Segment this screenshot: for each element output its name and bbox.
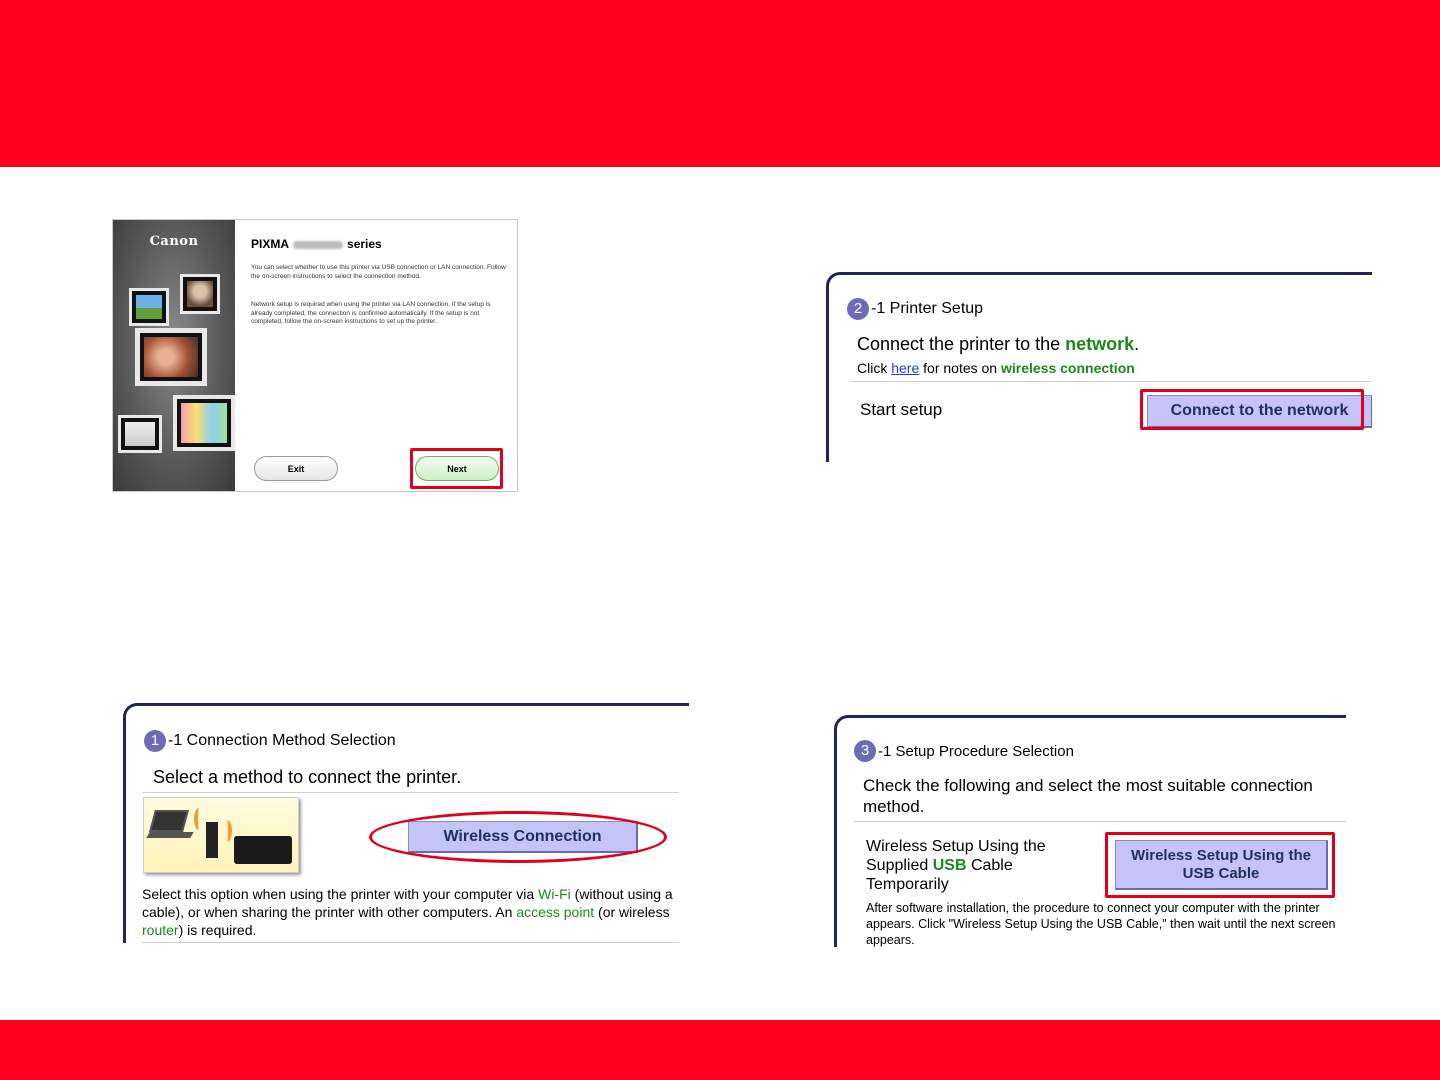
setup-procedure-note: After software installation, the procedu…	[866, 901, 1336, 947]
photo-frame-silhouette	[118, 415, 162, 453]
printer-setup-panel: 2 -1 Printer Setup Connect the printer t…	[826, 272, 1372, 462]
canon-logo: Canon	[149, 234, 199, 249]
installer-title-prefix: PIXMA	[251, 237, 290, 251]
option-line-3: Temporarily	[866, 876, 949, 893]
connection-method-heading: Select a method to connect the printer.	[153, 767, 462, 787]
divider-bottom	[142, 942, 679, 943]
photo-frame-landscape	[129, 288, 169, 326]
wireless-highlight-ellipse	[369, 811, 667, 863]
desc-part-1: Select this option when using the printe…	[142, 886, 539, 902]
usb-option-label: Wireless Setup Using the Supplied USB Ca…	[866, 837, 1076, 894]
printer-setup-note: Click here for notes on wireless connect…	[857, 359, 1135, 377]
wifi-keyword: Wi-Fi	[538, 886, 571, 902]
router-keyword: router	[142, 922, 179, 938]
here-link[interactable]: here	[891, 360, 919, 376]
printer-setup-heading-end: .	[1134, 334, 1140, 354]
note-prefix: Click	[857, 360, 892, 376]
photo-frame-family	[135, 328, 207, 386]
printer-setup-step-title: -1 Printer Setup	[871, 300, 984, 317]
step-1-badge: 1	[144, 730, 166, 752]
access-point-keyword: access point	[516, 904, 595, 920]
photo-frame-portrait	[180, 274, 220, 314]
divider	[854, 821, 1346, 822]
printer-setup-heading-text: Connect the printer to the	[857, 334, 1066, 354]
step-3-badge: 3	[854, 740, 876, 762]
option-line-2-end: Cable	[966, 857, 1013, 874]
network-keyword: network	[1065, 334, 1135, 354]
option-line-2-text: Supplied	[866, 857, 933, 874]
start-setup-label: Start setup	[860, 400, 943, 419]
installer-title-suffix: series	[347, 237, 382, 251]
laptop-base	[146, 832, 194, 838]
connection-method-panel: 1 -1 Connection Method Selection Select …	[123, 703, 689, 943]
wifi-waves-icon-right	[222, 820, 232, 842]
router-icon	[206, 822, 218, 858]
model-number-blurred	[293, 240, 344, 249]
setup-procedure-panel: 3 -1 Setup Procedure Selection Check the…	[834, 715, 1346, 947]
wifi-waves-icon	[194, 808, 204, 830]
option-line-2: Supplied USB Cable	[866, 856, 1076, 875]
desc-part-3: (or wireless	[594, 904, 670, 920]
usb-highlight-box	[1105, 832, 1335, 898]
bottom-red-band	[0, 1020, 1440, 1080]
divider-top	[142, 792, 679, 793]
printer-setup-step-header: 2 -1 Printer Setup	[847, 298, 983, 320]
step-2-badge: 2	[847, 298, 869, 320]
printer-icon	[234, 836, 292, 864]
next-highlight-box	[410, 448, 503, 489]
installer-title: PIXMA series	[251, 237, 382, 251]
connection-method-step-header: 1 -1 Connection Method Selection	[144, 730, 396, 752]
connection-method-description: Select this option when using the printe…	[142, 885, 677, 939]
connect-highlight-box	[1140, 389, 1364, 430]
installer-window: Canon PIXMA series You can select whether…	[112, 219, 518, 492]
wireless-connection-keyword: wireless connection	[1000, 360, 1135, 376]
option-line-1: Wireless Setup Using the	[866, 838, 1046, 855]
setup-procedure-step-header: 3 -1 Setup Procedure Selection	[854, 740, 1074, 762]
printer-setup-heading: Connect the printer to the network.	[857, 334, 1139, 355]
note-middle: for notes on	[919, 360, 1001, 376]
installer-paragraph-1: You can select whether to use this print…	[251, 264, 506, 280]
photo-frame-collage	[173, 395, 235, 451]
setup-procedure-heading: Check the following and select the most …	[863, 776, 1313, 816]
desc-part-4: ) is required.	[178, 922, 257, 938]
exit-button[interactable]: Exit	[254, 456, 338, 481]
installer-paragraph-2: Network setup is required when using the…	[251, 301, 491, 325]
top-red-band	[0, 0, 1440, 167]
usb-keyword: USB	[932, 857, 967, 874]
connection-method-step-title: -1 Connection Method Selection	[168, 732, 396, 749]
wireless-illustration	[143, 797, 299, 873]
setup-procedure-step-title: -1 Setup Procedure Selection	[878, 742, 1074, 760]
installer-sidebar: Canon	[113, 220, 235, 491]
laptop-icon	[149, 810, 189, 832]
divider	[851, 381, 1372, 382]
